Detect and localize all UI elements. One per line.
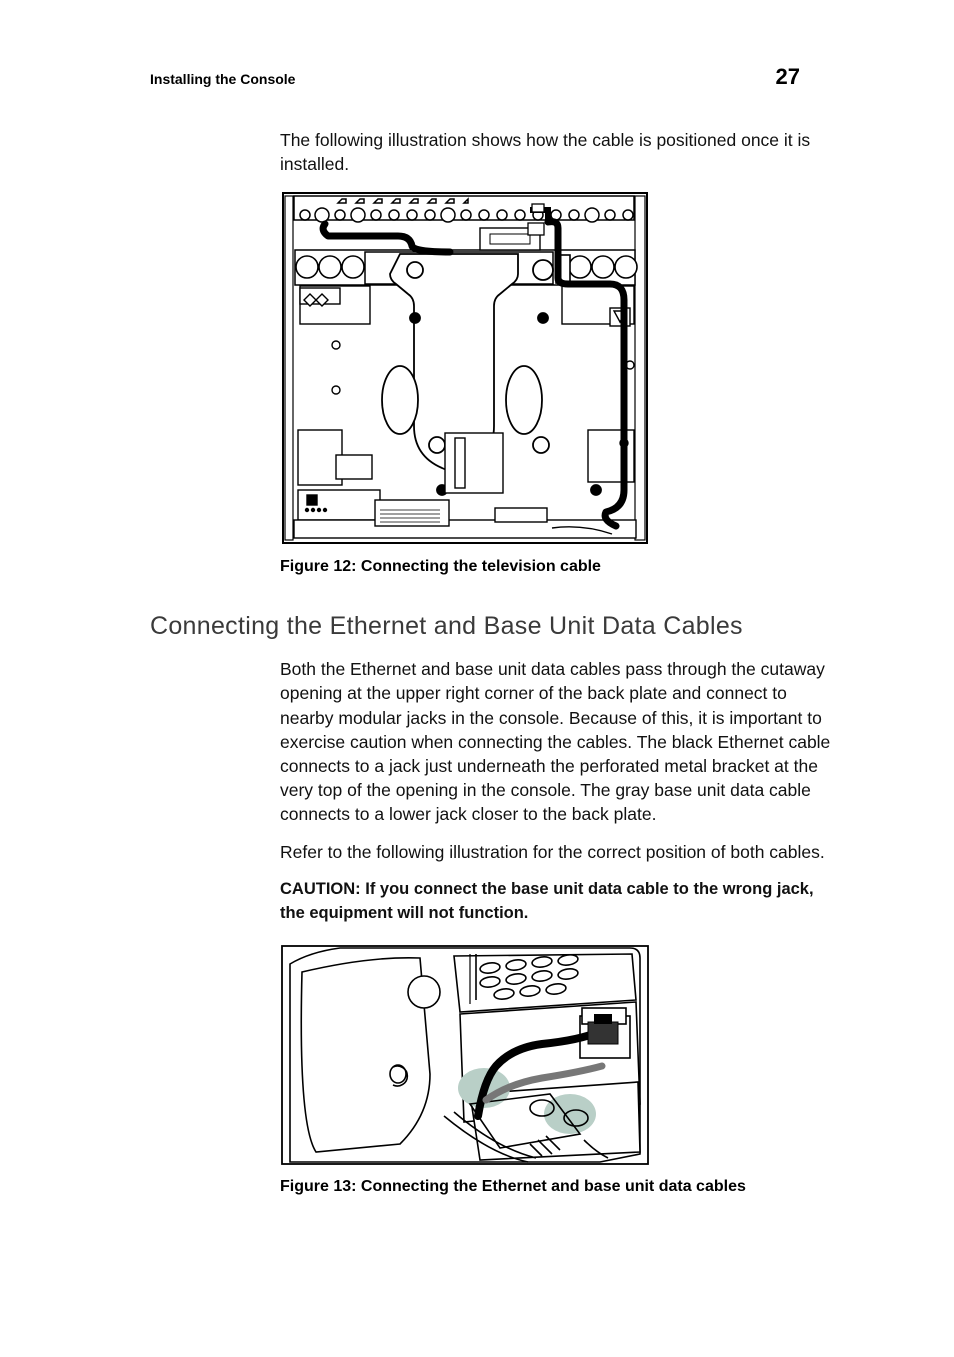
figure-12-caption: Figure 12: Connecting the television cab… — [280, 558, 836, 576]
television-cable-diagram-icon — [280, 190, 650, 546]
figure-12 — [280, 190, 836, 546]
page: Installing the Console 27 The following … — [0, 0, 954, 1357]
running-head: Installing the Console 27 — [150, 64, 894, 90]
body-column-2: Both the Ethernet and base unit data cab… — [280, 657, 836, 1196]
section-paragraph-2: Refer to the following illustration for … — [280, 840, 836, 864]
section-heading: Connecting the Ethernet and Base Unit Da… — [150, 612, 894, 641]
body-column: The following illustration shows how the… — [280, 128, 836, 576]
figure-13 — [280, 944, 836, 1166]
section-paragraph-1: Both the Ethernet and base unit data cab… — [280, 657, 836, 826]
figure-13-caption: Figure 13: Connecting the Ethernet and b… — [280, 1178, 836, 1196]
top-vent-row-icon — [294, 196, 634, 222]
page-number: 27 — [776, 64, 800, 90]
section-title: Installing the Console — [150, 71, 295, 87]
intro-paragraph: The following illustration shows how the… — [280, 128, 836, 176]
ethernet-data-cable-diagram-icon — [280, 944, 650, 1166]
caution-text: CAUTION: If you connect the base unit da… — [280, 878, 836, 926]
